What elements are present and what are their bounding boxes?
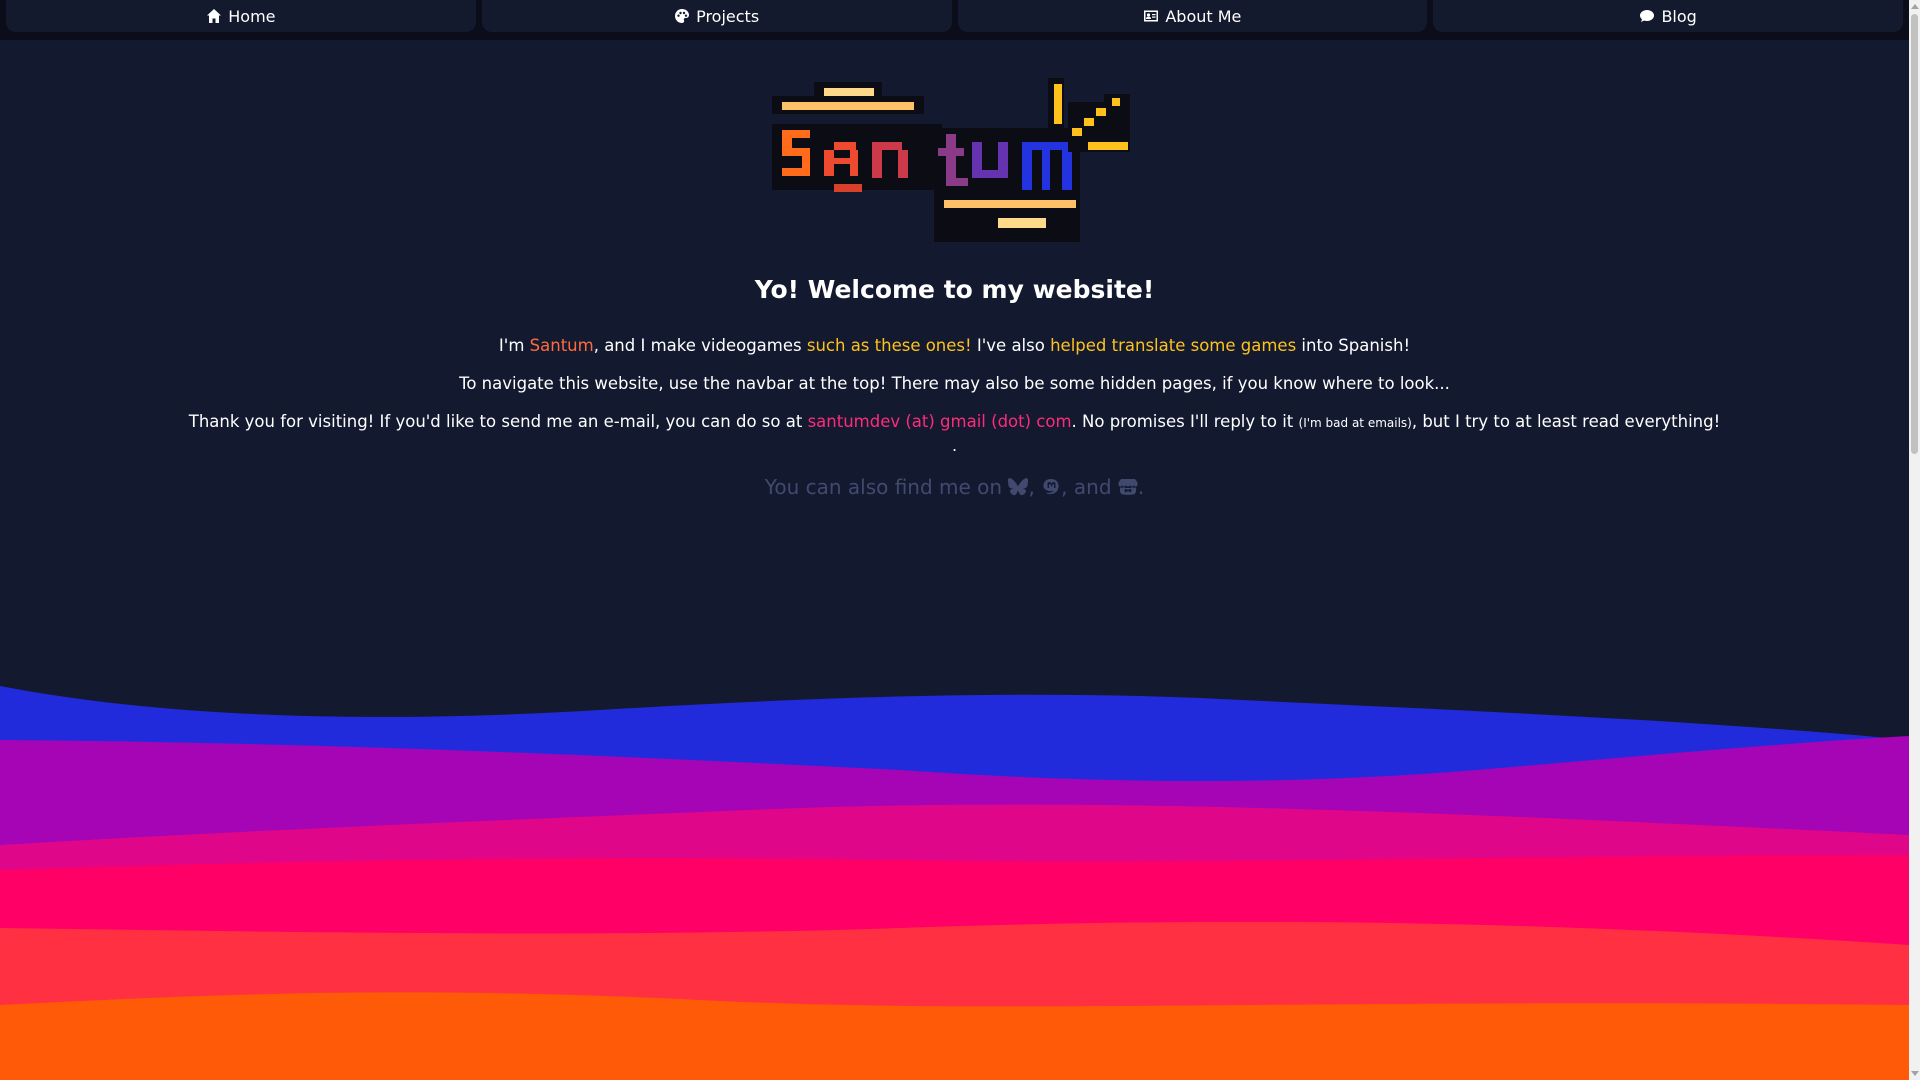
itchio-icon[interactable]: [1118, 478, 1138, 496]
contact-paragraph: Thank you for visiting! If you'd like to…: [0, 410, 1909, 435]
santum-logo: [772, 78, 1130, 242]
translations-link[interactable]: helped translate some games: [1050, 336, 1296, 355]
mastodon-icon[interactable]: [1041, 478, 1061, 496]
nav-blog-label: Blog: [1661, 6, 1697, 26]
comment-icon: [1640, 10, 1655, 22]
scroll-down-arrow[interactable]: [1911, 1071, 1919, 1076]
nav-blog[interactable]: Blog: [1433, 0, 1903, 32]
social-text: , and: [1061, 475, 1118, 499]
home-icon: [207, 9, 222, 23]
nav-about[interactable]: About Me: [957, 0, 1428, 32]
intro-text: , and I make videogames: [593, 336, 807, 355]
decorative-waves: [0, 686, 1909, 1080]
hidden-dot[interactable]: .: [0, 437, 1909, 455]
navigate-paragraph: To navigate this website, use the navbar…: [459, 374, 1450, 393]
contact-note: (I'm bad at emails): [1298, 416, 1412, 430]
social-text: You can also find me on: [764, 475, 1009, 499]
nav-home-label: Home: [228, 6, 276, 26]
nav-about-label: About Me: [1165, 6, 1242, 26]
intro-text: I've also: [971, 336, 1051, 355]
intro-text: into Spanish!: [1296, 336, 1411, 355]
intro-paragraph: I'm Santum, and I make videogames such a…: [0, 334, 1909, 358]
scrollbar-thumb[interactable]: [1911, 14, 1918, 454]
bluesky-icon[interactable]: [1008, 478, 1029, 496]
palette-icon: [675, 9, 690, 23]
email-link[interactable]: santumdev (at) gmail (dot) com: [808, 412, 1072, 431]
name-link[interactable]: Santum: [530, 336, 594, 355]
social-text: ,: [1028, 475, 1042, 499]
contact-text: Thank you for visiting! If you'd like to…: [188, 412, 808, 431]
id-card-icon: [1144, 10, 1159, 22]
games-link[interactable]: such as these ones!: [807, 336, 972, 355]
contact-text: . No promises I'll reply to it: [1071, 412, 1299, 431]
scroll-up-arrow[interactable]: [1911, 4, 1919, 9]
navbar: Home Projects About Me Blog: [0, 0, 1909, 40]
nav-home[interactable]: Home: [6, 0, 476, 32]
page-title: Yo! Welcome to my website!: [754, 275, 1155, 304]
nav-projects-label: Projects: [696, 6, 760, 26]
social-text: .: [1137, 475, 1145, 499]
nav-projects[interactable]: Projects: [481, 0, 952, 32]
social-line: You can also find me on , , and .: [0, 473, 1909, 501]
scrollbar[interactable]: [1909, 0, 1920, 1080]
intro-text: I'm: [498, 336, 530, 355]
main-content: Yo! Welcome to my website! I'm Santum, a…: [0, 270, 1909, 501]
contact-text: , but I try to at least read everything!: [1411, 412, 1721, 431]
